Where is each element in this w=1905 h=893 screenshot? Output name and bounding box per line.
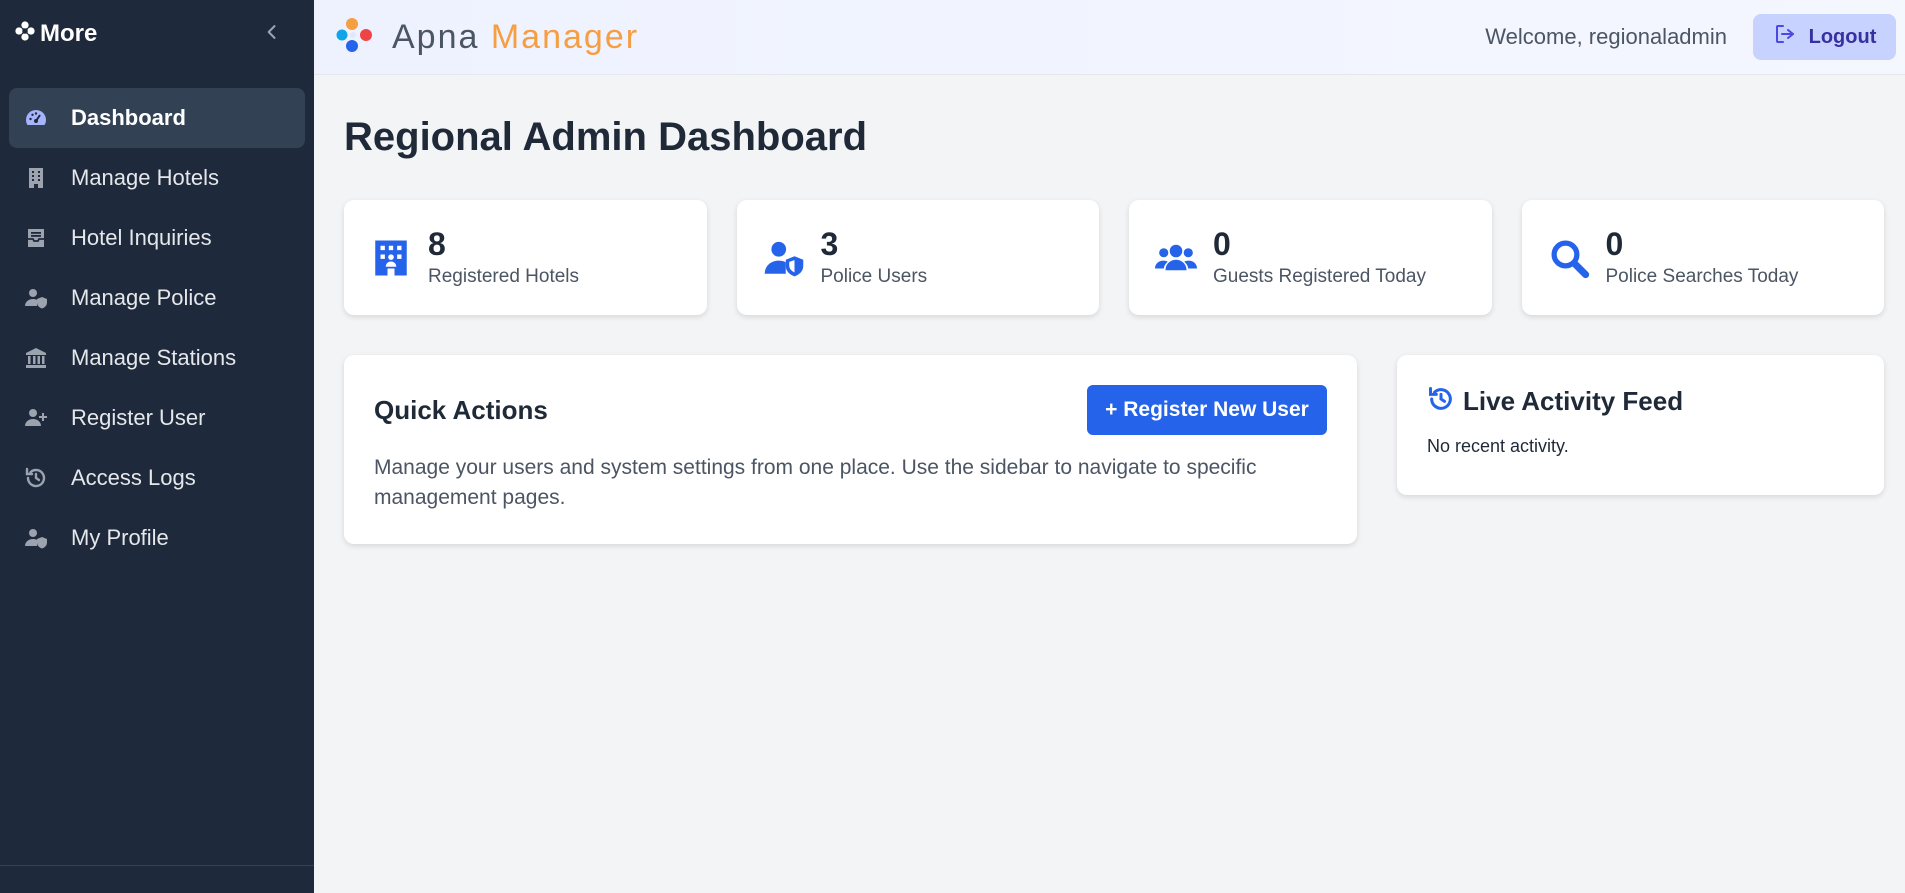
stat-text: 0 Guests Registered Today — [1213, 225, 1426, 288]
sidebar-item-label: Dashboard — [71, 105, 186, 130]
stat-value: 8 — [428, 225, 446, 262]
sidebar-item-dashboard[interactable]: Dashboard — [9, 88, 305, 148]
page-title: Regional Admin Dashboard — [344, 115, 868, 159]
history-icon — [1427, 385, 1455, 418]
stat-value: 0 — [1605, 225, 1624, 262]
sidebar-item-label: Access Logs — [71, 465, 196, 490]
stat-text: 0 Police Searches Today — [1605, 225, 1799, 288]
stat-text: 8 Registered Hotels — [428, 225, 580, 288]
dashboard-gauge-icon — [23, 105, 49, 131]
sidebar-item-label: My Profile — [71, 525, 169, 550]
user-shield-icon — [761, 235, 807, 281]
register-new-user-button[interactable]: + Register New User — [1087, 385, 1327, 435]
stat-card-police-searches-today: 0 Police Searches Today — [1521, 200, 1884, 315]
sidebar-item-manage-hotels[interactable]: Manage Hotels — [9, 148, 305, 208]
sidebar-item-label: Register User — [71, 405, 206, 430]
logo-mark-icon — [336, 17, 384, 58]
stat-card-registered-hotels: 8 Registered Hotels — [344, 200, 707, 315]
quick-actions-title: Quick Actions — [374, 394, 548, 425]
logout-label: Logout — [1808, 25, 1877, 48]
landmark-icon — [23, 345, 49, 371]
sidebar-item-hotel-inquiries[interactable]: Hotel Inquiries — [9, 208, 305, 268]
sidebar-item-label: Manage Hotels — [71, 165, 219, 190]
user-plus-icon — [23, 405, 49, 431]
stat-text: 3 Police Users — [820, 225, 928, 288]
sidebar-footer-divider — [0, 865, 314, 866]
logo-text: Apna Manager — [392, 18, 639, 57]
main-content: Regional Admin Dashboard 8 Registered Ho… — [344, 75, 1884, 544]
feed-header: Live Activity Feed — [1427, 385, 1854, 418]
chevron-left-icon — [262, 22, 282, 47]
stat-card-police-users: 3 Police Users — [736, 200, 1099, 315]
sidebar-nav: Dashboard Manage Hotels Hotel Inquiries … — [0, 88, 314, 568]
logout-icon — [1773, 22, 1797, 52]
building-icon — [23, 165, 49, 191]
collapse-sidebar-button[interactable] — [260, 22, 284, 46]
sidebar-item-manage-police[interactable]: Manage Police — [9, 268, 305, 328]
top-bar: Apna Manager Welcome, regionaladmin Logo… — [314, 0, 1905, 75]
logo-text-part2: Manager — [490, 17, 640, 56]
logo-text-part1: Apna — [392, 17, 480, 56]
sidebar-item-label: Manage Stations — [71, 345, 237, 370]
stat-label: Police Users — [820, 266, 928, 288]
hotel-icon — [368, 235, 414, 281]
flower-icon — [14, 20, 36, 49]
quick-actions-card: Quick Actions + Register New User Manage… — [344, 355, 1357, 544]
feed-title: Live Activity Feed — [1463, 386, 1684, 416]
sidebar-item-access-logs[interactable]: Access Logs — [9, 448, 305, 508]
sidebar-item-label: Manage Police — [71, 285, 217, 310]
stats-row: 8 Registered Hotels 3 Police Users 0 Gue… — [344, 200, 1884, 315]
sidebar-item-label: Hotel Inquiries — [71, 225, 212, 250]
top-bar-right: Welcome, regionaladmin Logout — [1485, 14, 1896, 60]
stat-label: Guests Registered Today — [1213, 266, 1426, 288]
users-icon — [1153, 235, 1199, 281]
user-shield-icon — [23, 525, 49, 551]
history-icon — [23, 465, 49, 491]
content-row: Quick Actions + Register New User Manage… — [344, 355, 1884, 544]
sidebar-item-my-profile[interactable]: My Profile — [9, 508, 305, 568]
live-activity-feed-card: Live Activity Feed No recent activity. — [1397, 355, 1884, 495]
sidebar-item-register-user[interactable]: Register User — [9, 388, 305, 448]
stat-card-guests-registered-today: 0 Guests Registered Today — [1129, 200, 1492, 315]
inbox-tray-icon — [23, 225, 49, 251]
sidebar-header: More — [0, 0, 314, 68]
stat-value: 3 — [820, 225, 839, 262]
user-shield-icon — [23, 285, 49, 311]
stat-label: Registered Hotels — [428, 266, 580, 288]
stat-label: Police Searches Today — [1605, 266, 1799, 288]
sidebar-brand: More — [14, 20, 97, 49]
sidebar-item-manage-stations[interactable]: Manage Stations — [9, 328, 305, 388]
logout-button[interactable]: Logout — [1753, 14, 1896, 60]
feed-empty-text: No recent activity. — [1427, 436, 1569, 456]
quick-actions-header: Quick Actions + Register New User — [374, 385, 1327, 435]
sidebar: More Dashboard Manage Hotels Hotel Inqui… — [0, 0, 314, 893]
stat-value: 0 — [1213, 225, 1231, 262]
search-icon — [1546, 235, 1592, 281]
quick-actions-description: Manage your users and system settings fr… — [374, 456, 1257, 509]
app-logo[interactable]: Apna Manager — [336, 17, 639, 58]
welcome-text: Welcome, regionaladmin — [1485, 24, 1727, 49]
sidebar-brand-label: More — [40, 20, 98, 47]
